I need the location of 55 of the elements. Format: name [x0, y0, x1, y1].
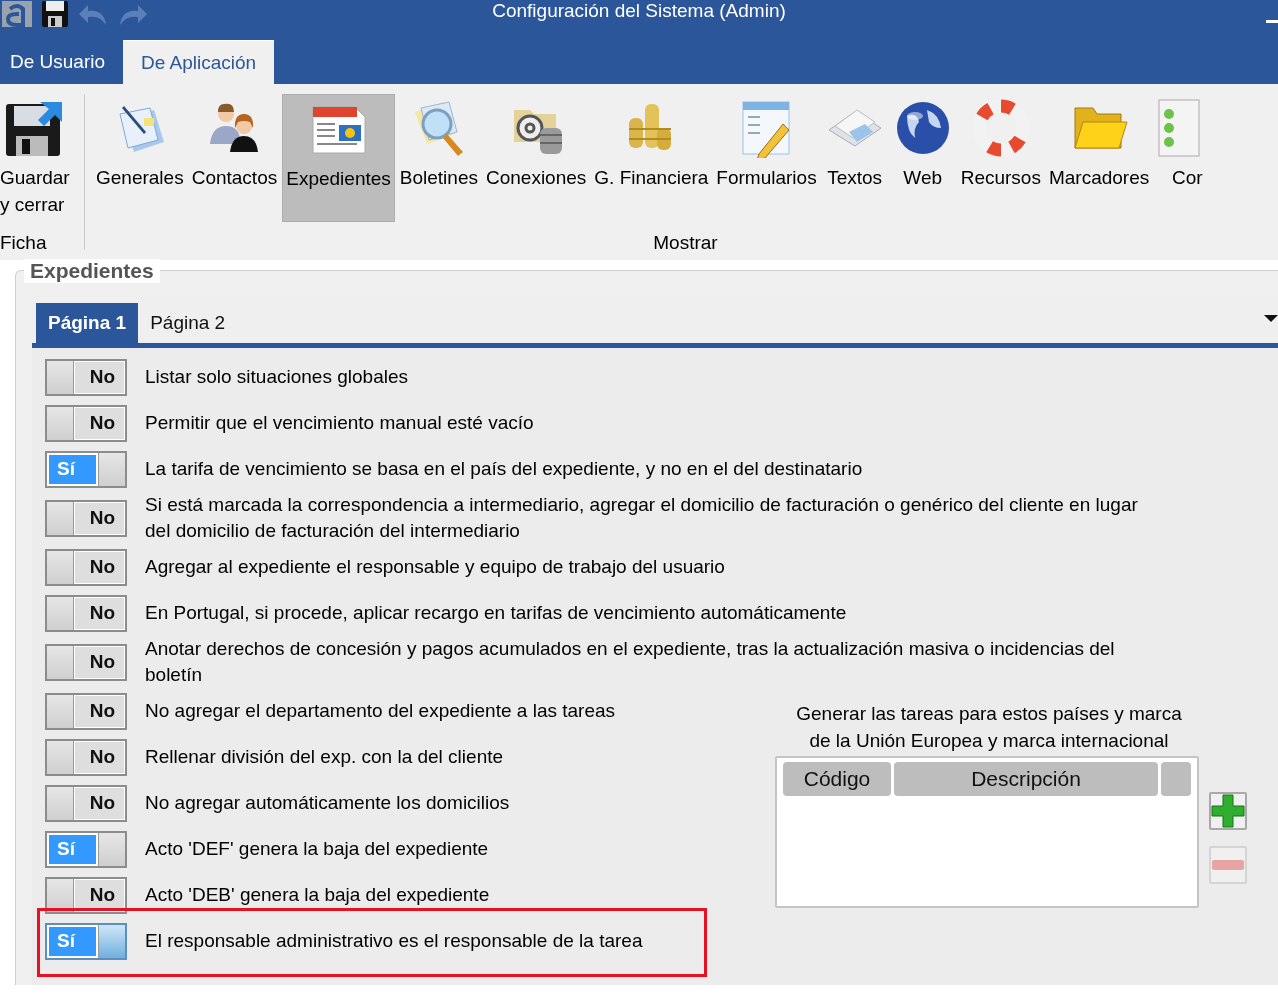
toggle-switch[interactable]: No: [45, 594, 127, 632]
ribbon-button[interactable]: Web: [889, 94, 956, 222]
toggle-switch[interactable]: No: [45, 548, 127, 586]
save-icon[interactable]: [42, 1, 68, 27]
ribbon-button[interactable]: Textos: [821, 94, 888, 222]
ribbon-tab[interactable]: De Usuario: [0, 40, 116, 84]
ribbon-group-label: Mostrar: [653, 232, 718, 255]
option-label: Si está marcada la correspondencia a intermediario, agregar el domicilio de facturación o genérico del cliente en lugar del domicilio de facturación del intermediario: [145, 493, 1139, 543]
panel-caption: Generar las tareas para estos países y marca de la Unión Europea y marca internacional: [796, 703, 1182, 751]
option-label: Anotar derechos de concesión y pagos acumulados en el expediente, tras la actualización masiva o incidencias del boletín: [145, 637, 1116, 687]
toggle-switch[interactable]: No: [45, 692, 127, 730]
option-label: Permitir que el vencimiento manual esté vacío: [145, 411, 534, 435]
app-logo-icon[interactable]: [2, 1, 32, 27]
toggle-switch[interactable]: No: [45, 738, 127, 776]
toggle-switch[interactable]: No: [45, 499, 127, 537]
option-label: Acto 'DEF' genera la baja del expediente: [145, 837, 489, 861]
page-tab[interactable]: Página 2: [138, 303, 238, 343]
ribbon-button[interactable]: G. Financiera: [591, 94, 712, 222]
ribbon-tab[interactable]: De Aplicación: [123, 40, 275, 84]
undo-icon[interactable]: [78, 3, 108, 25]
minus-icon: [1212, 860, 1244, 870]
ribbon-button[interactable]: Recursos: [957, 94, 1044, 222]
option-label: El responsable administrativo es el responsable de la tarea: [145, 929, 643, 953]
add-button[interactable]: [1209, 792, 1247, 830]
ribbon-button[interactable]: Formularios: [713, 94, 820, 222]
toggle-switch[interactable]: No: [45, 358, 127, 396]
option-label: Rellenar división del exp. con la del cliente: [145, 745, 504, 769]
option-label: No agregar el departamento del expediente a las tareas: [145, 699, 616, 723]
ribbon-button[interactable]: Generales: [93, 94, 187, 222]
plus-icon: [1211, 794, 1245, 828]
column-header[interactable]: Código: [783, 762, 891, 796]
ribbon-button[interactable]: Contactos: [188, 94, 281, 222]
option-label: Listar solo situaciones globales: [145, 365, 408, 389]
ribbon-button[interactable]: Marcadores: [1045, 94, 1153, 222]
option-label: Agregar al expediente el responsable y equipo de trabajo del usuario: [145, 555, 725, 579]
header-filler: [1161, 762, 1191, 796]
option-label: Acto 'DEB' genera la baja del expediente: [145, 883, 490, 907]
ribbon-button[interactable]: Expedientes: [282, 94, 395, 222]
toggle-switch[interactable]: No: [45, 404, 127, 442]
option-label: La tarifa de vencimiento se basa en el país del expediente, y no en el del destinatario: [145, 457, 863, 481]
ribbon-button[interactable]: Conexiones: [482, 94, 590, 222]
toggle-switch[interactable]: No: [45, 643, 127, 681]
ribbon-button[interactable]: Boletines: [396, 94, 481, 222]
group-title: Expedientes: [30, 259, 154, 282]
option-label: En Portugal, si procede, aplicar recargo en tarifas de vencimiento automáticamente: [145, 601, 847, 625]
redo-icon[interactable]: [118, 3, 148, 25]
ribbon-group-label: Ficha: [0, 232, 47, 255]
toggle-switch[interactable]: No: [45, 784, 127, 822]
ribbon-button[interactable]: Guardar y cerrar: [0, 94, 74, 222]
column-header[interactable]: Descripción: [894, 762, 1158, 796]
ribbon-button[interactable]: Cor: [1154, 94, 1221, 222]
page-tab[interactable]: Página 1: [36, 303, 139, 343]
window-title: Configuración del Sistema (Admin): [492, 0, 786, 21]
dropdown-caret-icon[interactable]: [1264, 315, 1278, 322]
option-label: No agregar automáticamente los domicilios: [145, 791, 510, 815]
